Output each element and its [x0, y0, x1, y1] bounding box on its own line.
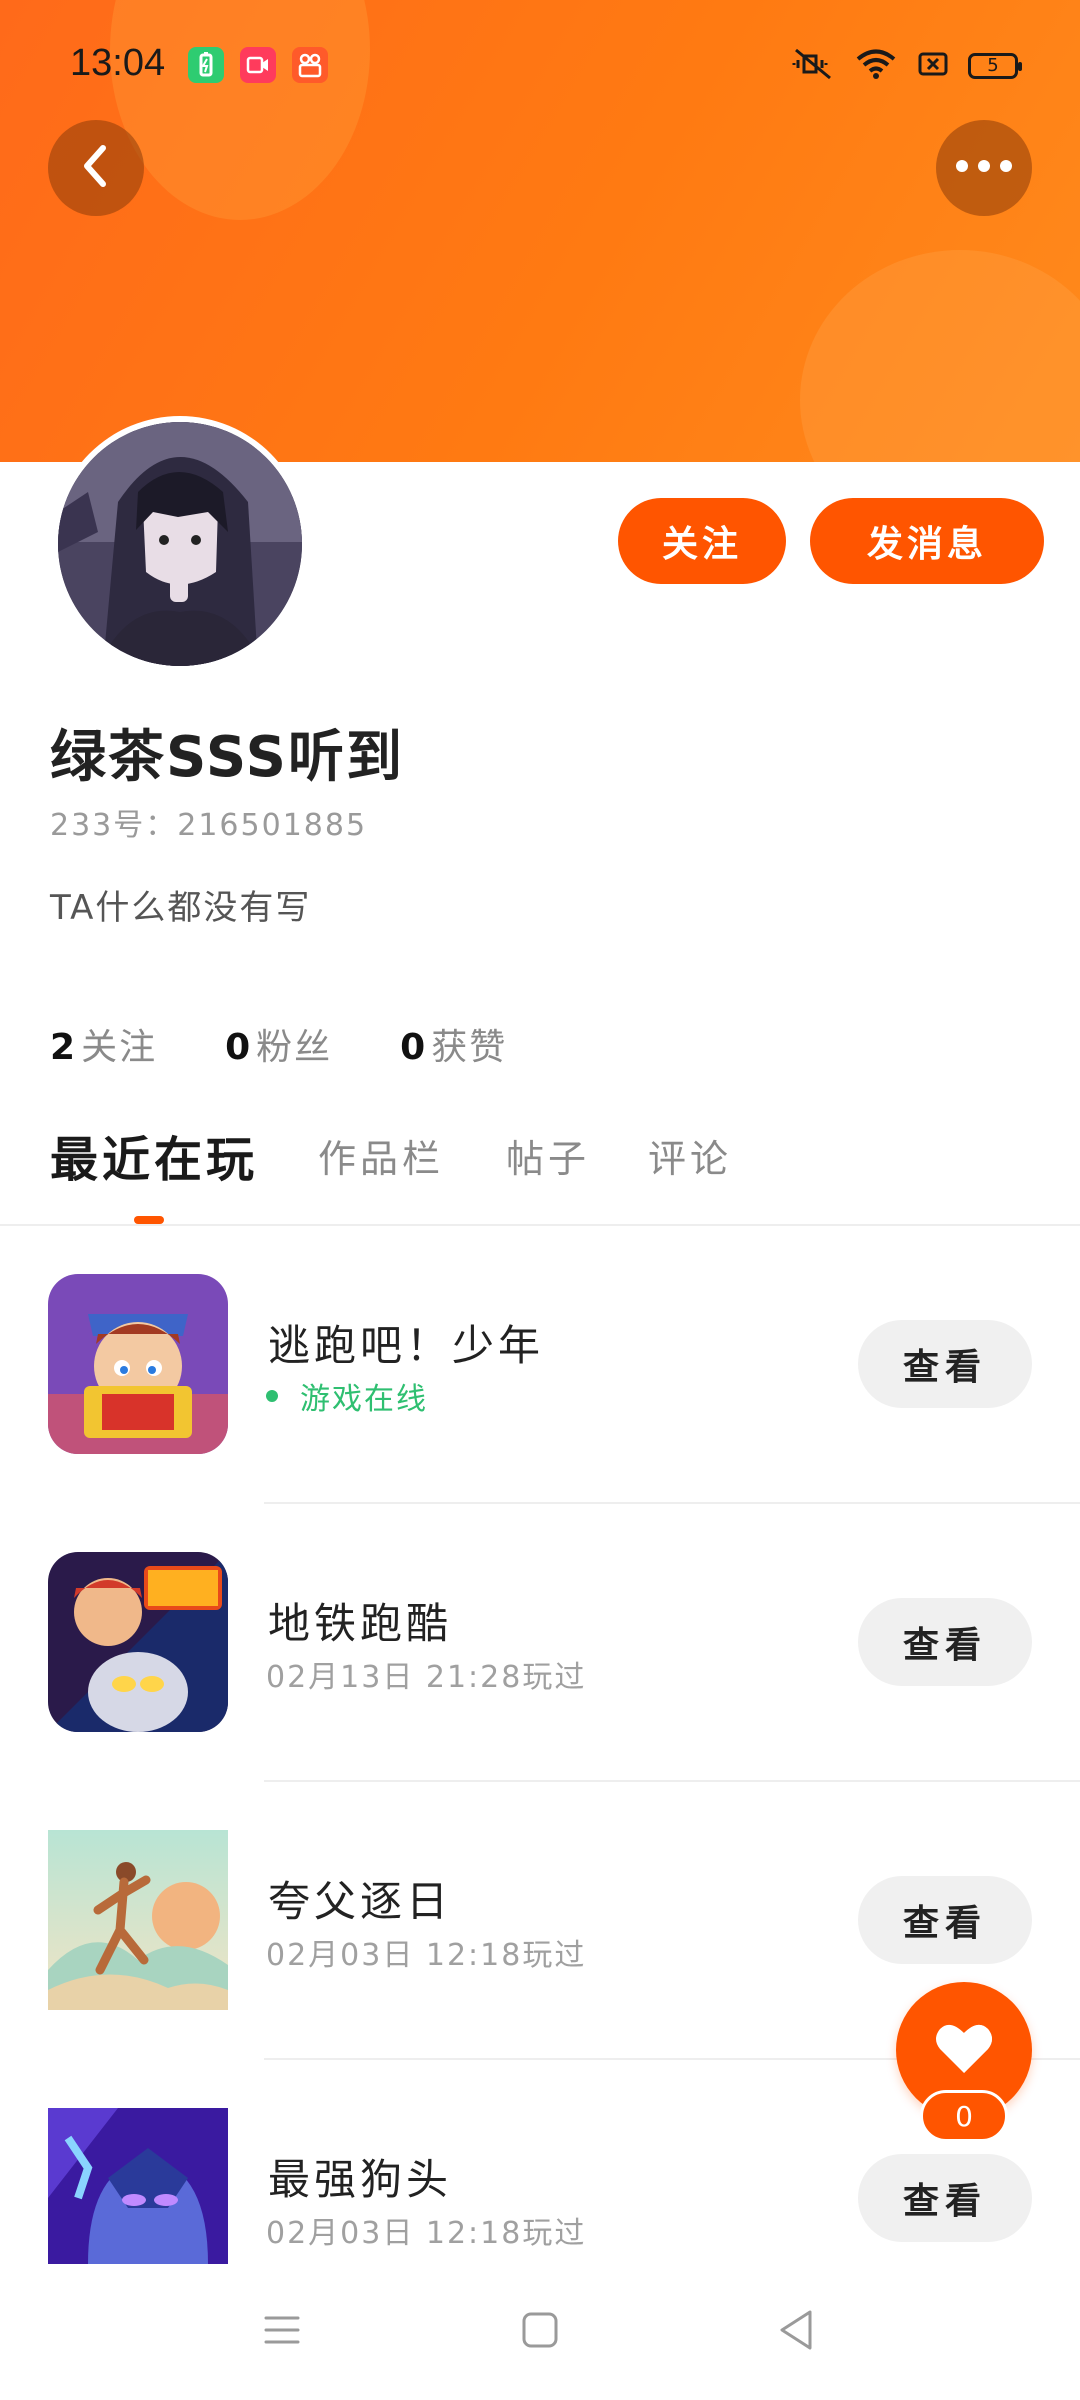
stat-value: 0 [400, 1027, 426, 1068]
view-button[interactable]: 查看 [858, 1876, 1032, 1964]
video-app-icon [240, 47, 276, 83]
follow-button[interactable]: 关注 [618, 498, 786, 584]
game-title: 逃跑吧！少年 [268, 1321, 545, 1370]
game-title: 地铁跑酷 [268, 1599, 453, 1648]
stat-label: 粉丝 [256, 1027, 333, 1068]
stat-fans[interactable]: 0 粉丝 [225, 1018, 332, 1070]
home-square-icon [520, 2310, 560, 2354]
battery-icon: 5 [968, 53, 1022, 79]
system-nav-bar [0, 2268, 1080, 2400]
stat-label: 关注 [81, 1027, 158, 1068]
battery-saver-app-icon [188, 47, 224, 83]
game-last-played: 02月03日 12:18玩过 [266, 2216, 587, 2251]
header-decoration [800, 250, 1080, 462]
game-online-status: 游戏在线 [266, 1374, 428, 1418]
game-title: 夸父逐日 [268, 1877, 453, 1926]
status-indicators: 5 [790, 46, 1022, 86]
view-button[interactable]: 查看 [858, 1598, 1032, 1686]
stat-likes[interactable]: 0 获赞 [400, 1018, 507, 1070]
game-last-played: 02月13日 21:28玩过 [266, 1660, 587, 1695]
game-last-played: 02月03日 12:18玩过 [266, 1938, 587, 1973]
user-nickname: 绿茶SSS听到 [50, 725, 404, 790]
nav-home-button[interactable] [508, 2300, 572, 2364]
stat-label: 获赞 [431, 1027, 508, 1068]
mute-vibrate-icon [790, 46, 836, 86]
avatar[interactable] [58, 422, 302, 666]
back-triangle-icon [776, 2308, 816, 2356]
nav-back-button[interactable] [764, 2300, 828, 2364]
game-icon [48, 1274, 228, 1454]
send-message-button[interactable]: 发消息 [810, 498, 1044, 584]
status-time: 13:04 [70, 42, 166, 84]
user-bio: TA什么都没有写 [50, 888, 312, 928]
stat-value: 0 [225, 1027, 251, 1068]
game-icon [48, 1552, 228, 1732]
game-status-text: 游戏在线 [300, 1382, 428, 1417]
heart-icon [934, 2021, 994, 2079]
stat-following[interactable]: 2 关注 [50, 1018, 157, 1070]
tab-recently-played[interactable]: 最近在玩 [50, 1120, 258, 1190]
more-options-button[interactable] [936, 120, 1032, 216]
camera-app-icon [292, 47, 328, 83]
no-sim-icon [916, 46, 950, 86]
menu-icon [262, 2312, 302, 2352]
wifi-icon [854, 46, 898, 86]
more-dots-icon [954, 158, 1014, 178]
tab-active-indicator [134, 1216, 164, 1224]
user-id: 233号：216501885 [50, 808, 368, 843]
profile-stats: 2 关注 0 粉丝 0 获赞 [50, 1018, 507, 1070]
tab-works[interactable]: 作品栏 [318, 1128, 444, 1183]
tab-posts[interactable]: 帖子 [506, 1128, 590, 1183]
list-item[interactable]: 逃跑吧！少年 游戏在线 查看 [0, 1226, 1080, 1504]
like-count-badge: 0 [920, 2090, 1008, 2142]
profile-tabs: 最近在玩 作品栏 帖子 评论 [0, 1120, 1080, 1224]
status-bar: 13:04 5 [0, 0, 1080, 130]
chevron-left-icon [76, 142, 116, 194]
view-button[interactable]: 查看 [858, 2154, 1032, 2242]
game-icon [48, 1830, 228, 2010]
back-button[interactable] [48, 120, 144, 216]
stat-value: 2 [50, 1027, 76, 1068]
list-item[interactable]: 地铁跑酷 02月13日 21:28玩过 查看 [0, 1504, 1080, 1782]
game-icon [48, 2108, 228, 2264]
nav-recents-button[interactable] [250, 2300, 314, 2364]
view-button[interactable]: 查看 [858, 1320, 1032, 1408]
game-title: 最强狗头 [268, 2155, 453, 2204]
tab-comments[interactable]: 评论 [648, 1128, 732, 1183]
online-dot-icon [266, 1390, 278, 1402]
